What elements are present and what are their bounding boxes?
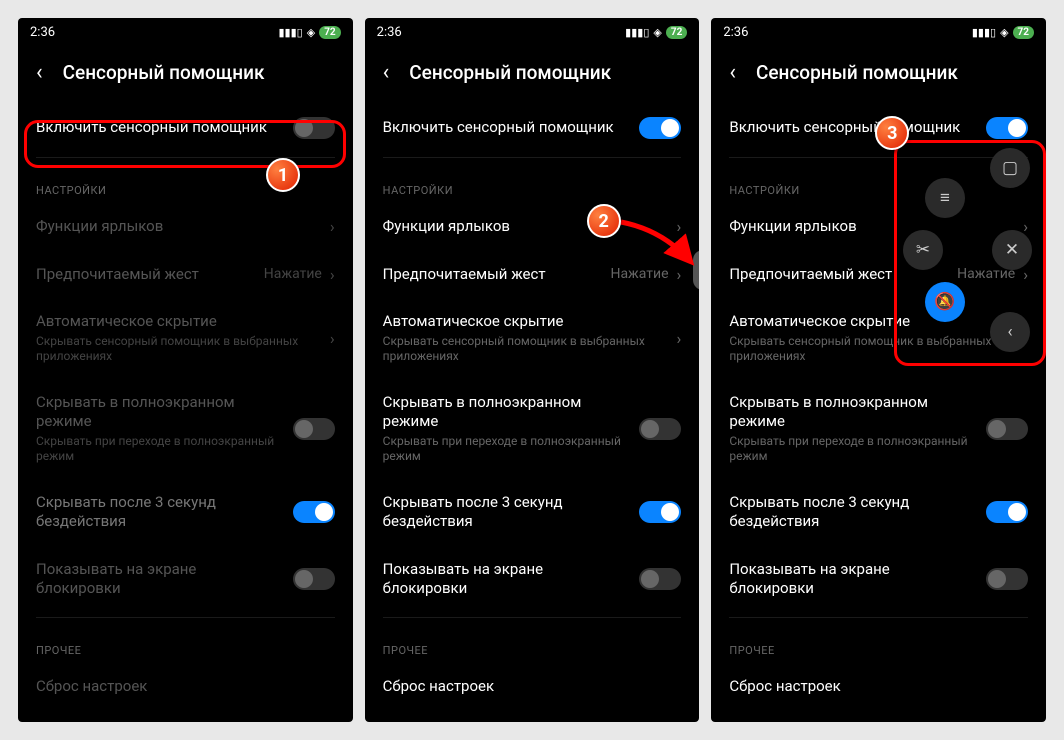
page-title: Сенсорный помощник	[409, 61, 611, 84]
quick-ball-screenshot-icon[interactable]: ✂	[903, 230, 943, 270]
gesture-row[interactable]: Предпочитаемый жест Нажатие›	[36, 251, 335, 299]
other-section-label: Прочее	[36, 622, 335, 663]
reset-row[interactable]: Сброс настроек	[729, 663, 1028, 711]
enable-toggle[interactable]	[639, 117, 681, 139]
status-icons: ▮▮▮▯ ◈ 72	[625, 26, 687, 39]
page-header: ‹ Сенсорный помощник	[18, 46, 353, 103]
fullscreen-hide-row[interactable]: Скрывать в полноэкранном режиме Скрывать…	[729, 379, 1028, 479]
status-icons: ▮▮▮▯ ◈ 72	[279, 26, 341, 39]
signal-icon: ▮▮▮▯	[625, 26, 649, 39]
annotation-badge-2: 2	[587, 204, 621, 238]
wifi-icon: ◈	[307, 26, 315, 39]
quick-ball-back-icon[interactable]: ‹	[990, 312, 1030, 352]
phone-screenshot-1: 2:36 ▮▮▮▯ ◈ 72 ‹ Сенсорный помощник Вклю…	[18, 18, 353, 722]
idle-toggle[interactable]	[986, 501, 1028, 523]
status-time: 2:36	[723, 25, 748, 40]
fullscreen-toggle[interactable]	[639, 418, 681, 440]
status-bar: 2:36 ▮▮▮▯ ◈ 72	[711, 18, 1046, 46]
settings-section-label: Настройки	[383, 162, 682, 203]
enable-label: Включить сенсорный помощник	[36, 118, 283, 138]
reset-row[interactable]: Сброс настроек	[383, 663, 682, 711]
battery-indicator: 72	[319, 26, 340, 39]
quick-ball-home-icon[interactable]: ▢	[990, 148, 1030, 188]
chevron-icon: ›	[330, 265, 335, 284]
lockscreen-toggle[interactable]	[986, 568, 1028, 590]
fullscreen-toggle[interactable]	[293, 418, 335, 440]
page-header: ‹ Сенсорный помощник	[365, 46, 700, 103]
battery-indicator: 72	[666, 26, 687, 39]
battery-indicator: 72	[1013, 26, 1034, 39]
other-section-label: Прочее	[383, 622, 682, 663]
other-section-label: Прочее	[729, 622, 1028, 663]
reset-row[interactable]: Сброс настроек	[36, 663, 335, 711]
lockscreen-toggle[interactable]	[293, 568, 335, 590]
status-icons: ▮▮▮▯ ◈ 72	[972, 26, 1034, 39]
idle-hide-row[interactable]: Скрывать после 3 секунд бездействия	[729, 479, 1028, 546]
enable-touch-assistant-row[interactable]: Включить сенсорный помощник	[383, 103, 682, 153]
signal-icon: ▮▮▮▯	[279, 26, 303, 39]
page-title: Сенсорный помощник	[756, 61, 958, 84]
quick-ball-mute-icon[interactable]: 🔕	[925, 282, 965, 322]
idle-toggle[interactable]	[639, 501, 681, 523]
page-header: ‹ Сенсорный помощник	[711, 46, 1046, 103]
fullscreen-hide-row[interactable]: Скрывать в полноэкранном режиме Скрывать…	[383, 379, 682, 479]
wifi-icon: ◈	[1000, 26, 1008, 39]
wifi-icon: ◈	[653, 26, 661, 39]
quick-ball-menu-icon[interactable]: ≡	[925, 178, 965, 218]
back-icon[interactable]: ‹	[36, 60, 43, 85]
signal-icon: ▮▮▮▯	[972, 26, 996, 39]
enable-label: Включить сенсорный помощник	[729, 118, 976, 138]
enable-toggle[interactable]	[986, 117, 1028, 139]
autohide-row[interactable]: Автоматическое скрытие Скрывать сенсорны…	[36, 298, 335, 379]
annotation-arrow	[613, 210, 700, 280]
phone-screenshot-2: 2:36 ▮▮▮▯ ◈ 72 ‹ Сенсорный помощник Вклю…	[365, 18, 700, 722]
quick-ball-close-icon[interactable]: ✕	[992, 230, 1032, 270]
enable-toggle[interactable]	[293, 117, 335, 139]
quick-ball-menu: ▢ ≡ ✂ ✕ 🔕 ‹	[895, 148, 1040, 368]
idle-toggle[interactable]	[293, 501, 335, 523]
status-time: 2:36	[30, 25, 55, 40]
lockscreen-toggle[interactable]	[639, 568, 681, 590]
chevron-icon: ›	[330, 217, 335, 236]
idle-hide-row[interactable]: Скрывать после 3 секунд бездействия	[383, 479, 682, 546]
status-bar: 2:36 ▮▮▮▯ ◈ 72	[18, 18, 353, 46]
annotation-badge-1: 1	[266, 158, 300, 192]
shortcuts-row[interactable]: Функции ярлыков ›	[36, 203, 335, 251]
phone-screenshot-3: 2:36 ▮▮▮▯ ◈ 72 ‹ Сенсорный помощник Вклю…	[711, 18, 1046, 722]
status-time: 2:36	[377, 25, 402, 40]
chevron-icon: ›	[677, 329, 682, 348]
lockscreen-row[interactable]: Показывать на экране блокировки	[383, 546, 682, 613]
autohide-row[interactable]: Автоматическое скрытие Скрывать сенсорны…	[383, 298, 682, 379]
lockscreen-row[interactable]: Показывать на экране блокировки	[729, 546, 1028, 613]
enable-touch-assistant-row[interactable]: Включить сенсорный помощник	[36, 103, 335, 153]
lockscreen-row[interactable]: Показывать на экране блокировки	[36, 546, 335, 613]
page-title: Сенсорный помощник	[63, 61, 265, 84]
fullscreen-hide-row[interactable]: Скрывать в полноэкранном режиме Скрывать…	[36, 379, 335, 479]
idle-hide-row[interactable]: Скрывать после 3 секунд бездействия	[36, 479, 335, 546]
back-icon[interactable]: ‹	[383, 60, 390, 85]
fullscreen-toggle[interactable]	[986, 418, 1028, 440]
status-bar: 2:36 ▮▮▮▯ ◈ 72	[365, 18, 700, 46]
enable-label: Включить сенсорный помощник	[383, 118, 630, 138]
back-icon[interactable]: ‹	[729, 60, 736, 85]
chevron-icon: ›	[330, 329, 335, 348]
